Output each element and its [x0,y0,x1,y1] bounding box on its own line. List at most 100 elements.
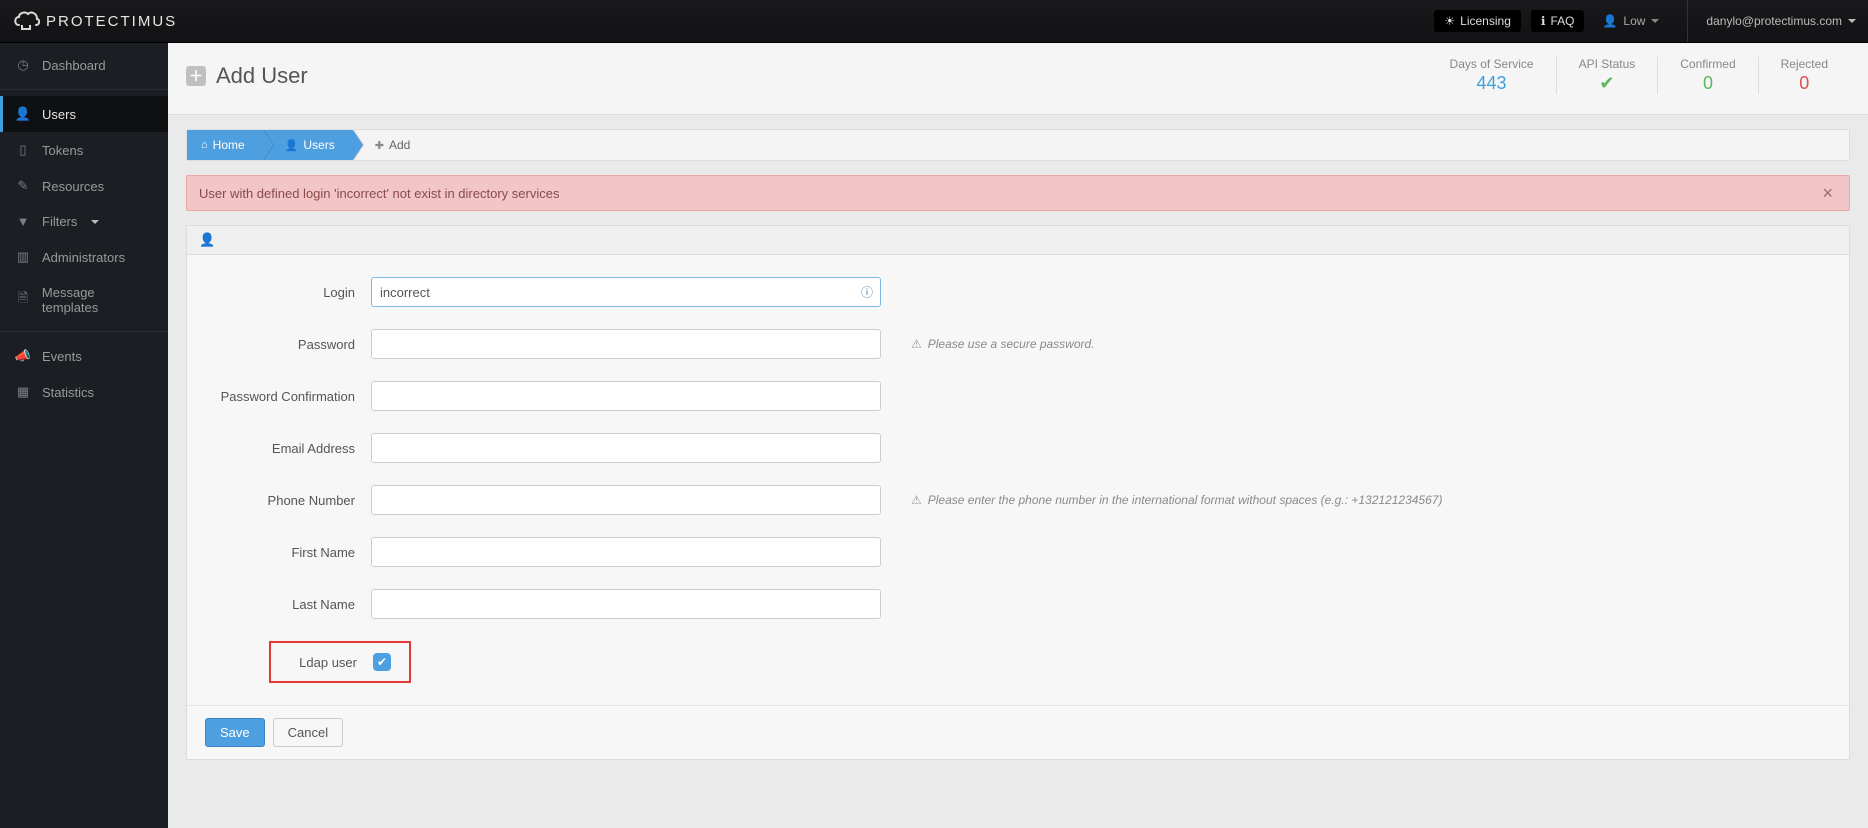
breadcrumb-label: Home [213,138,245,152]
user-icon: 👤 [199,232,215,247]
sidebar-item-label: Tokens [42,143,83,158]
user-icon: 👤 [14,106,32,122]
password-confirm-input[interactable] [371,381,881,411]
document-icon: 🗎 [14,289,32,311]
stat-api: API Status ✔ [1556,57,1658,94]
password-confirm-label: Password Confirmation [205,389,371,404]
funnel-icon: ▼ [14,214,32,229]
edit-icon: ✎ [14,178,32,194]
alert-close-button[interactable]: × [1818,184,1837,202]
check-icon: ✔ [377,655,387,669]
sidebar-item-message-templates[interactable]: 🗎 Message templates [0,275,168,325]
user-icon: 👤 [1602,14,1617,28]
stat-label: Confirmed [1680,57,1735,71]
sidebar-item-filters[interactable]: ▼ Filters [0,204,168,239]
save-button[interactable]: Save [205,718,265,747]
severity-indicator[interactable]: 👤 Low [1594,14,1667,28]
faq-button[interactable]: ℹ FAQ [1531,10,1585,32]
topbar: PROTECTIMUS ☀ Licensing ℹ FAQ 👤 Low dany… [0,0,1868,43]
page-title: Add User [216,63,308,89]
last-name-input[interactable] [371,589,881,619]
brand-name: PROTECTIMUS [46,13,177,30]
login-label: Login [205,285,371,300]
device-icon: ▯ [14,142,32,158]
stat-label: Days of Service [1450,57,1534,71]
sidebar-item-label: Message templates [42,285,154,315]
login-input[interactable] [371,277,881,307]
user-icon: 👤 [285,139,299,152]
gauge-icon: ◷ [14,57,32,73]
logo[interactable]: PROTECTIMUS [12,10,177,32]
ldap-user-checkbox[interactable]: ✔ [373,653,391,671]
stats: Days of Service 443 API Status ✔ Confirm… [1428,57,1850,94]
stat-days: Days of Service 443 [1428,57,1556,94]
first-name-input[interactable] [371,537,881,567]
ldap-highlight-box: Ldap user ✔ [269,641,411,683]
sidebar-item-dashboard[interactable]: ◷ Dashboard [0,47,168,83]
ldap-label: Ldap user [281,655,373,670]
phone-label: Phone Number [205,493,371,508]
phone-help: ⚠ Please enter the phone number in the i… [911,493,1442,507]
alert-message: User with defined login 'incorrect' not … [199,186,1818,201]
password-input[interactable] [371,329,881,359]
first-name-label: First Name [205,545,371,560]
sidebar-item-label: Statistics [42,385,94,400]
stat-value: 0 [1680,73,1735,94]
warning-icon: ⚠ [911,337,922,351]
breadcrumb-users[interactable]: 👤 Users [263,130,353,160]
caret-down-icon [91,220,99,224]
last-name-label: Last Name [205,597,371,612]
bars-icon: ▥ [14,249,32,265]
stat-label: API Status [1579,57,1636,71]
megaphone-icon: 📣 [14,348,32,364]
divider [0,331,168,332]
sidebar-item-statistics[interactable]: ▦ Statistics [0,374,168,410]
sidebar-item-label: Events [42,349,82,364]
stat-value: 0 [1781,73,1828,94]
breadcrumb-home[interactable]: ⌂ Home [187,130,263,160]
stat-label: Rejected [1781,57,1828,71]
password-help: ⚠ Please use a secure password. [911,337,1095,351]
breadcrumb-label: Users [303,138,334,152]
page-header: ＋ Add User Days of Service 443 API Statu… [168,43,1868,115]
plus-icon: ✚ [375,139,384,152]
stat-confirmed: Confirmed 0 [1657,57,1757,94]
licensing-button[interactable]: ☀ Licensing [1434,10,1520,32]
sidebar-item-label: Administrators [42,250,125,265]
sidebar-item-resources[interactable]: ✎ Resources [0,168,168,204]
sidebar: ◷ Dashboard 👤 Users ▯ Tokens ✎ Resources… [0,43,168,828]
password-label: Password [205,337,371,352]
cancel-button[interactable]: Cancel [273,718,343,747]
chart-icon: ▦ [14,384,32,400]
email-label: Email Address [205,441,371,456]
sidebar-item-administrators[interactable]: ▥ Administrators [0,239,168,275]
licensing-label: Licensing [1460,14,1511,28]
info-circle-icon[interactable]: ⓘ [861,284,873,301]
sidebar-item-users[interactable]: 👤 Users [0,96,168,132]
warning-icon: ⚠ [911,493,922,507]
faq-label: FAQ [1550,14,1574,28]
panel-header: 👤 [187,226,1849,255]
sidebar-item-events[interactable]: 📣 Events [0,338,168,374]
plus-icon: ＋ [186,66,206,86]
sidebar-item-tokens[interactable]: ▯ Tokens [0,132,168,168]
email-input[interactable] [371,433,881,463]
error-alert: User with defined login 'incorrect' not … [186,175,1850,211]
stat-value: 443 [1450,73,1534,94]
divider [0,89,168,90]
sidebar-item-label: Dashboard [42,58,106,73]
home-icon: ⌂ [201,139,208,151]
info-icon: ℹ [1541,14,1546,28]
sun-icon: ☀ [1444,14,1455,28]
caret-down-icon [1848,19,1856,23]
account-menu[interactable]: danylo@protectimus.com [1687,0,1856,42]
breadcrumb: ⌂ Home 👤 Users ✚ Add [186,129,1850,161]
account-email: danylo@protectimus.com [1706,14,1842,28]
check-icon: ✔ [1579,73,1636,94]
phone-input[interactable] [371,485,881,515]
sidebar-item-label: Resources [42,179,104,194]
sidebar-item-label: Users [42,107,76,122]
breadcrumb-label: Add [389,138,410,152]
caret-down-icon [1651,19,1659,23]
sidebar-item-label: Filters [42,214,77,229]
